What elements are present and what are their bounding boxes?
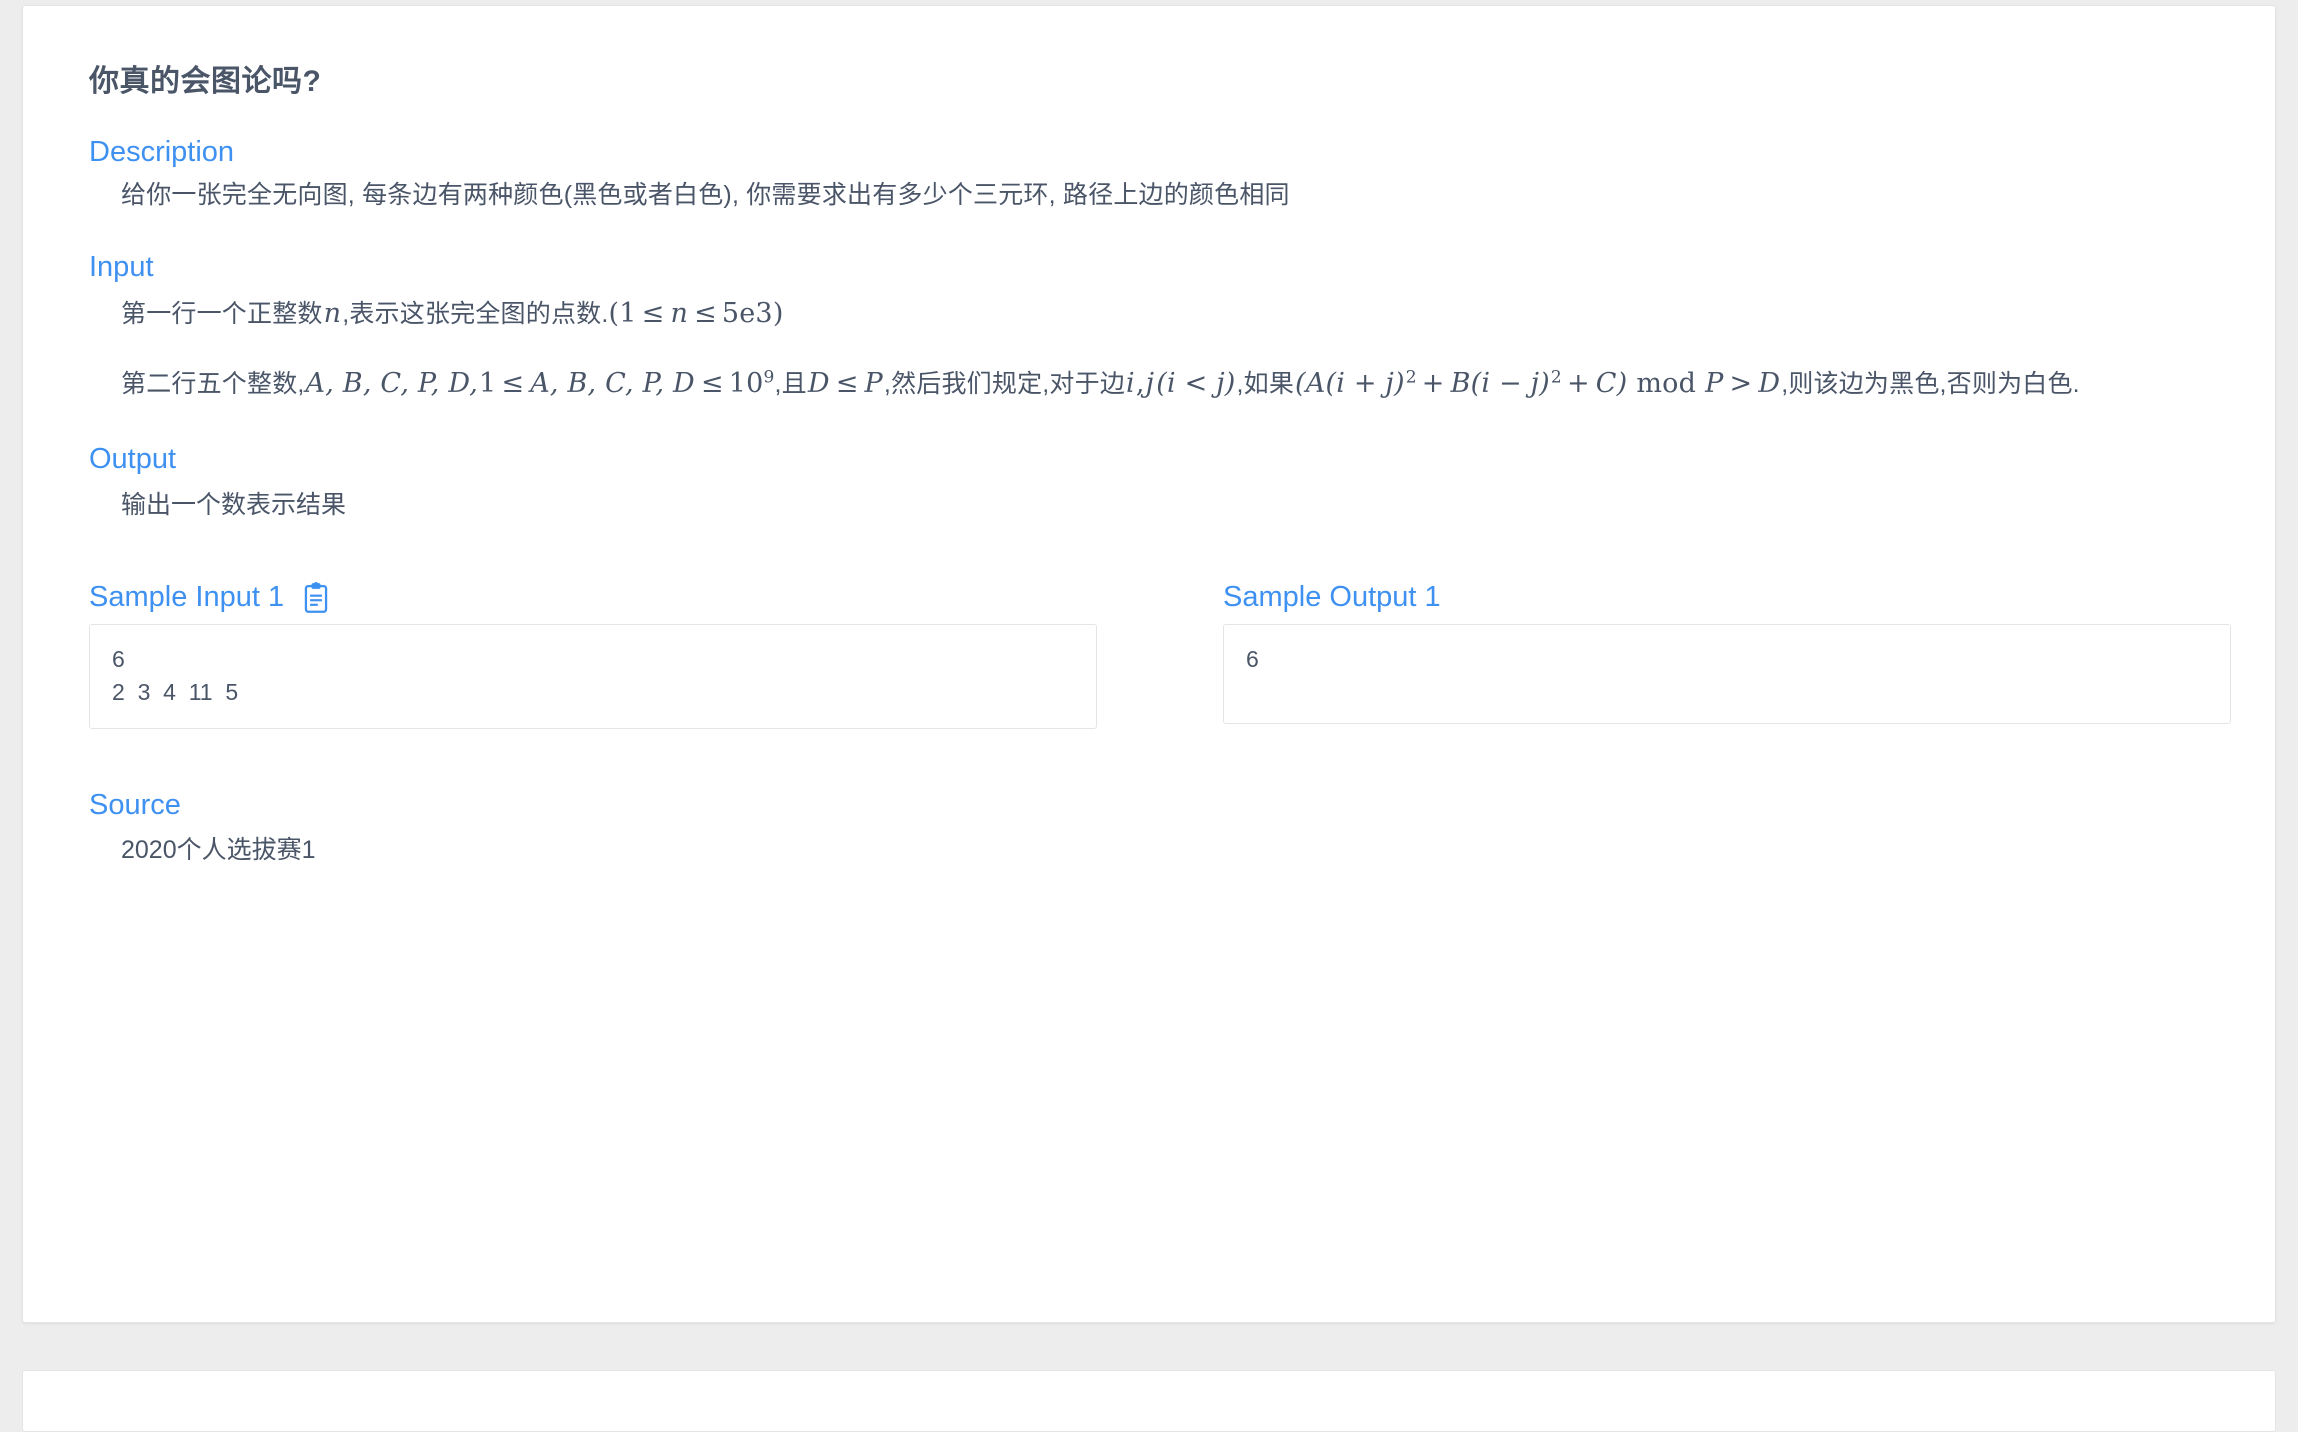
input-line2-edge-i: i [1126, 367, 1135, 399]
input-line2-formula-b: B(i − j) [1450, 367, 1550, 399]
source-body: 2020个人选拔赛1 [121, 836, 316, 865]
input-line2-t4: ,如果 [1236, 369, 1295, 398]
input-line2-exponent: 9 [763, 367, 775, 388]
input-line2-gt: > [1729, 367, 1753, 399]
input-line1-var-n2: n [670, 298, 689, 330]
input-line1-bound: 5e3 [721, 298, 773, 330]
input-line2-base: 10 [728, 367, 764, 399]
input-line2-t2: ,且 [774, 369, 807, 398]
input-line2-varP: P [864, 367, 883, 399]
input-line1-le2: ≤ [694, 298, 717, 330]
footer-card [22, 1370, 2276, 1432]
input-line1-mid: ,表示这张完全图的点数. [342, 300, 609, 329]
input-line2-le1: ≤ [501, 367, 525, 399]
input-line2-exp2a: 2 [1405, 367, 1417, 388]
page-title: 你真的会图论吗? [89, 65, 322, 98]
page-root: 你真的会图论吗? Description 给你一张完全无向图, 每条边有两种颜色… [0, 5, 2298, 1432]
description-text: 给你一张完全无向图, 每条边有两种颜色(黑色或者白色), 你需要求出有多少个三元… [121, 180, 1290, 209]
sample-input-header: Sample Input 1 [89, 581, 1097, 614]
input-line2-formula-c: C) [1595, 367, 1628, 399]
input-line2-varD: D [807, 367, 830, 399]
description-body: 给你一张完全无向图, 每条边有两种颜色(黑色或者白色), 你需要求出有多少个三元… [121, 176, 2231, 215]
description-heading: Description [89, 136, 235, 168]
input-line2-edge-j: j [1145, 367, 1155, 399]
input-line2-vars2: A, B, C, P, D [530, 367, 695, 399]
section-description: Description 给你一张完全无向图, 每条边有两种颜色(黑色或者白色),… [67, 134, 2231, 215]
input-line2-le3: ≤ [835, 367, 859, 399]
problem-card: 你真的会图论吗? Description 给你一张完全无向图, 每条边有两种颜色… [22, 5, 2276, 1323]
input-line2-vars: A, B, C, P, D, [305, 367, 479, 399]
source-heading: Source [89, 788, 181, 821]
input-line2-plus2: + [1566, 367, 1590, 399]
input-line2-varD2: D [1758, 367, 1781, 399]
samples-row: Sample Input 1 6 2 3 4 11 5 Sample Outpu… [67, 581, 2231, 729]
input-line2-formula-a: (A(i + j) [1295, 367, 1405, 399]
input-line1-paren-open: ( [608, 298, 620, 330]
input-line2-mod: mod [1636, 367, 1697, 399]
output-body: 输出一个数表示结果 [121, 491, 347, 520]
section-source: Source 2020个人选拔赛1 [67, 787, 2231, 867]
sample-input-column: Sample Input 1 6 2 3 4 11 5 [67, 581, 1149, 729]
input-line2-cond: (i < j) [1156, 367, 1236, 399]
input-heading: Input [89, 250, 154, 283]
clipboard-copy-icon[interactable] [302, 581, 330, 614]
output-heading: Output [89, 443, 177, 476]
section-output: Output 输出一个数表示结果 [67, 441, 2231, 521]
input-line2-prefix: 第二行五个整数, [121, 369, 305, 398]
input-line2-t3: ,然后我们规定,对于边 [883, 369, 1126, 398]
input-line2-one: 1 [479, 367, 497, 399]
input-line1-le1: ≤ [641, 298, 665, 330]
input-line1-prefix: 第一行一个正整数 [121, 300, 323, 329]
sample-output-box: 6 [1223, 624, 2231, 725]
input-line2-t5: ,则该边为黑色,否则为白色. [1781, 369, 2080, 398]
input-line2-plus1: + [1421, 367, 1445, 399]
section-input: Input 第一行一个正整数n,表示这张完全图的点数.(1 ≤ n ≤5e3) 第二行… [67, 249, 2231, 408]
input-line1-paren-close: ) [772, 298, 784, 330]
sample-output-column: Sample Output 1 6 [1149, 581, 2231, 729]
sample-input-box: 6 2 3 4 11 5 [89, 624, 1097, 729]
input-line1-var-n: n [323, 298, 342, 330]
input-line2-le2: ≤ [700, 367, 724, 399]
input-line2-exp2b: 2 [1550, 367, 1562, 388]
input-line-1: 第一行一个正整数n,表示这张完全图的点数.(1 ≤ n ≤5e3) [121, 290, 2231, 338]
input-line2-varP2: P [1705, 367, 1724, 399]
input-line1-num1: 1 [619, 298, 637, 330]
sample-input-heading: Sample Input 1 [89, 581, 285, 614]
sample-output-heading: Sample Output 1 [1223, 581, 1441, 614]
input-line2-comma: , [1135, 367, 1145, 399]
sample-output-header: Sample Output 1 [1223, 581, 2231, 614]
input-line-2: 第二行五个整数,A, B, C, P, D,1 ≤ A, B, C, P, D ≤10… [121, 360, 2231, 408]
